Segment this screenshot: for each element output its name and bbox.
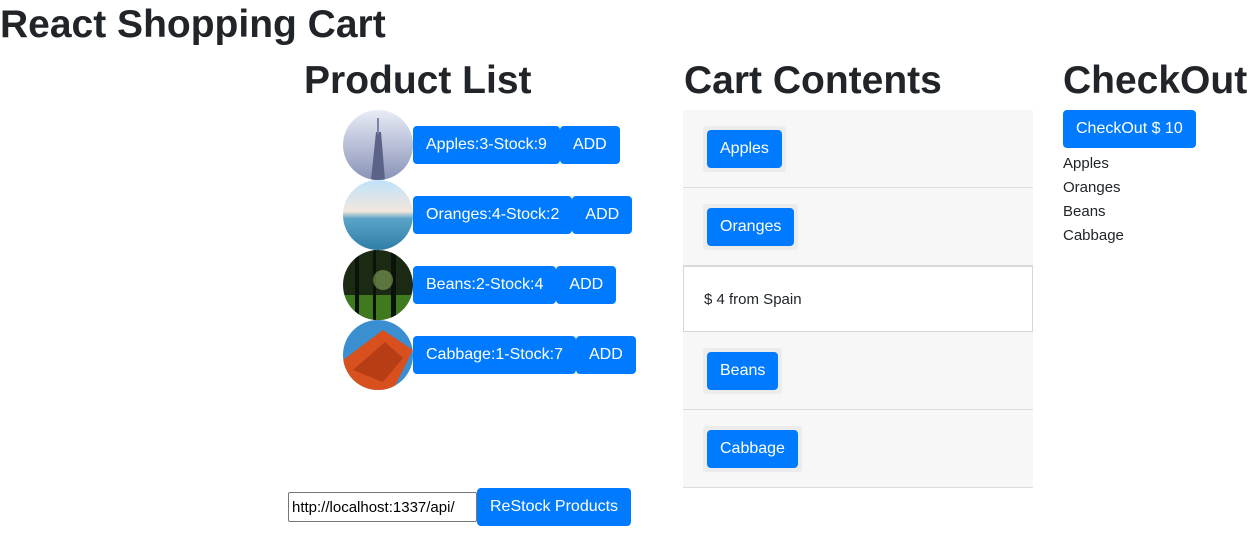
product-button-cabbage[interactable]: Cabbage:1-Stock:7 [413, 336, 576, 374]
checkout-item-oranges: Oranges [1063, 179, 1121, 196]
checkout-panel: CheckOut $ 10 Apples Oranges Beans Cabba… [1063, 110, 1196, 248]
add-button-cabbage[interactable]: ADD [575, 336, 636, 374]
product-row-beans: Beans:2-Stock:4 ADD [343, 250, 636, 320]
restock-button[interactable]: ReStock Products [477, 488, 632, 526]
checkout-item-beans: Beans [1063, 203, 1106, 220]
cart-item-oranges-button[interactable]: Oranges [707, 207, 795, 246]
cart-item-beans[interactable]: Beans [683, 332, 1033, 410]
restock-form: ReStock Products [288, 488, 632, 526]
cart-accordion: Apples Oranges $ 4 from Spain Beans Cabb… [683, 110, 1033, 488]
add-button-oranges[interactable]: ADD [572, 196, 633, 234]
product-image-apples [343, 110, 413, 180]
checkout-heading: CheckOut [1063, 59, 1248, 102]
product-row-oranges: Oranges:4-Stock:2 ADD [343, 180, 636, 250]
cart-item-apples-button[interactable]: Apples [707, 129, 782, 168]
cart-item-cabbage[interactable]: Cabbage [683, 410, 1033, 488]
cart-item-beans-button[interactable]: Beans [707, 351, 779, 390]
app-title: React Shopping Cart [0, 3, 386, 46]
cart-item-apples[interactable]: Apples [683, 110, 1033, 188]
checkout-list: Apples Oranges Beans Cabbage [1063, 152, 1196, 248]
checkout-item-apples: Apples [1063, 155, 1109, 172]
cart-contents-heading: Cart Contents [684, 59, 942, 102]
product-image-oranges [343, 180, 413, 250]
cart-item-detail: $ 4 from Spain [683, 266, 1033, 332]
product-row-cabbage: Cabbage:1-Stock:7 ADD [343, 320, 636, 390]
checkout-button[interactable]: CheckOut $ 10 [1063, 110, 1196, 148]
api-url-input[interactable] [288, 492, 477, 522]
product-button-apples[interactable]: Apples:3-Stock:9 [413, 126, 560, 164]
add-button-apples[interactable]: ADD [559, 126, 620, 164]
cart-item-oranges[interactable]: Oranges [683, 188, 1033, 266]
add-button-beans[interactable]: ADD [556, 266, 617, 304]
product-list: Apples:3-Stock:9 ADD Oranges:4-Stock:2 A… [343, 110, 636, 390]
product-button-beans[interactable]: Beans:2-Stock:4 [413, 266, 557, 304]
product-button-oranges[interactable]: Oranges:4-Stock:2 [413, 196, 573, 234]
product-image-beans [343, 250, 413, 320]
checkout-item-cabbage: Cabbage [1063, 227, 1124, 244]
product-image-cabbage [343, 320, 413, 390]
product-row-apples: Apples:3-Stock:9 ADD [343, 110, 636, 180]
product-list-heading: Product List [304, 59, 532, 102]
cart-item-cabbage-button[interactable]: Cabbage [707, 429, 798, 468]
